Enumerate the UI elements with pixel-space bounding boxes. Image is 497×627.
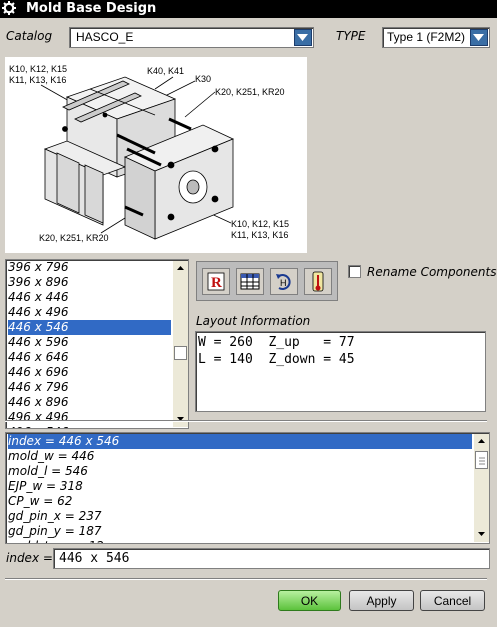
diagram-label: K40, K41 xyxy=(147,66,184,76)
list-item[interactable]: EJP_w = 318 xyxy=(8,479,472,494)
chevron-up-icon xyxy=(478,439,485,443)
cancel-button[interactable]: Cancel xyxy=(420,590,485,611)
expression-list[interactable]: index = 446 x 546 mold_w = 446 mold_l = 54… xyxy=(5,432,490,544)
svg-text:R: R xyxy=(211,275,222,291)
mold-assembly-drawing: K10, K12, K15 K11, K13, K16 K40, K41 K30… xyxy=(9,64,289,243)
list-item[interactable]: 446 x 596 xyxy=(8,335,171,350)
list-item[interactable]: gd_pin_x = 237 xyxy=(8,509,472,524)
window-title: Mold Base Design xyxy=(26,1,157,16)
catalog-label: Catalog xyxy=(6,29,53,43)
ok-button[interactable]: OK xyxy=(278,590,341,611)
rename-r-icon: R xyxy=(207,272,225,291)
scroll-up-button[interactable] xyxy=(173,261,188,276)
list-item[interactable]: 446 x 646 xyxy=(8,350,171,365)
rename-components-checkbox[interactable] xyxy=(348,265,361,278)
list-item[interactable]: 496 x 496 xyxy=(8,410,171,425)
diagram-label: K11, K13, K16 xyxy=(231,230,288,240)
apply-button[interactable]: Apply xyxy=(349,590,414,611)
divider xyxy=(5,578,487,580)
tool-strip: R H xyxy=(196,261,338,301)
scroll-thumb[interactable] xyxy=(475,451,488,469)
chevron-down-icon xyxy=(473,34,484,41)
list-item[interactable]: mold_l = 546 xyxy=(8,464,472,479)
expression-list-scrollbar[interactable] xyxy=(474,434,489,542)
list-item[interactable]: mold_w = 446 xyxy=(8,449,472,464)
diagram-label: K10, K12, K15 xyxy=(231,219,289,229)
layout-info-line: L = 140 Z_down = 45 xyxy=(198,352,355,367)
list-item[interactable]: 446 x 496 xyxy=(8,305,171,320)
list-item[interactable]: CP_w = 62 xyxy=(8,494,472,509)
chevron-down-icon xyxy=(478,532,485,536)
svg-text:H: H xyxy=(280,278,287,288)
list-item[interactable]: 446 x 546 xyxy=(8,320,171,335)
diagram-label: K30 xyxy=(195,74,211,84)
catalog-value: HASCO_E xyxy=(76,30,134,44)
list-item[interactable]: 446 x 896 xyxy=(8,395,171,410)
list-item[interactable]: 396 x 896 xyxy=(8,275,171,290)
grip-icon xyxy=(479,457,485,465)
layout-info-label: Layout Information xyxy=(196,314,311,328)
index-label: index = xyxy=(6,551,53,565)
table-icon xyxy=(240,273,260,290)
scroll-up-button[interactable] xyxy=(474,434,489,449)
divider xyxy=(5,420,487,422)
rename-r-button[interactable]: R xyxy=(202,268,230,295)
diagram-label: K11, K13, K16 xyxy=(9,75,66,85)
layout-info-line: W = 260 Z_up = 77 xyxy=(198,335,355,350)
list-item[interactable]: 496 x 546 xyxy=(8,425,171,428)
type-value: Type 1 (F2M2) xyxy=(387,30,466,44)
type-label: TYPE xyxy=(336,29,366,43)
type-dropdown-button[interactable] xyxy=(470,29,488,46)
list-item[interactable]: mold_type = 12 xyxy=(8,539,472,543)
list-item[interactable]: index = 446 x 546 xyxy=(8,434,472,449)
rotate-icon: H xyxy=(276,274,291,290)
size-list-scrollbar[interactable] xyxy=(173,261,188,427)
gear-icon[interactable] xyxy=(2,1,16,15)
diagram-label: K10, K12, K15 xyxy=(9,64,67,74)
scroll-thumb[interactable] xyxy=(174,346,187,360)
table-button[interactable] xyxy=(236,268,264,295)
index-input[interactable]: 446 x 546 xyxy=(53,548,490,569)
list-item[interactable]: gd_pin_y = 187 xyxy=(8,524,472,539)
scroll-down-button[interactable] xyxy=(474,527,489,542)
layout-info-panel: W = 260 Z_up = 77 L = 140 Z_down = 45 xyxy=(195,331,486,412)
type-select[interactable]: Type 1 (F2M2) xyxy=(382,27,490,48)
catalog-dropdown-button[interactable] xyxy=(294,29,312,46)
thermometer-button[interactable] xyxy=(304,268,332,295)
rename-components-label: Rename Components xyxy=(367,265,497,279)
catalog-select[interactable]: HASCO_E xyxy=(69,27,314,48)
thermometer-icon xyxy=(312,271,324,292)
rotate-button[interactable]: H xyxy=(270,268,298,295)
chevron-up-icon xyxy=(177,266,184,270)
title-bar: Mold Base Design xyxy=(0,0,497,18)
chevron-down-icon xyxy=(297,34,308,41)
index-value: 446 x 546 xyxy=(59,551,130,566)
size-list[interactable]: 396 x 796 396 x 896 446 x 446 446 x 496 446 … xyxy=(5,259,189,429)
list-item[interactable]: 396 x 796 xyxy=(8,260,171,275)
diagram-label: K20, K251, KR20 xyxy=(215,87,285,97)
list-item[interactable]: 446 x 796 xyxy=(8,380,171,395)
diagram-label: K20, K251, KR20 xyxy=(39,233,109,243)
list-item[interactable]: 446 x 446 xyxy=(8,290,171,305)
mold-base-diagram: K10, K12, K15 K11, K13, K16 K40, K41 K30… xyxy=(5,57,307,253)
list-item[interactable]: 446 x 696 xyxy=(8,365,171,380)
